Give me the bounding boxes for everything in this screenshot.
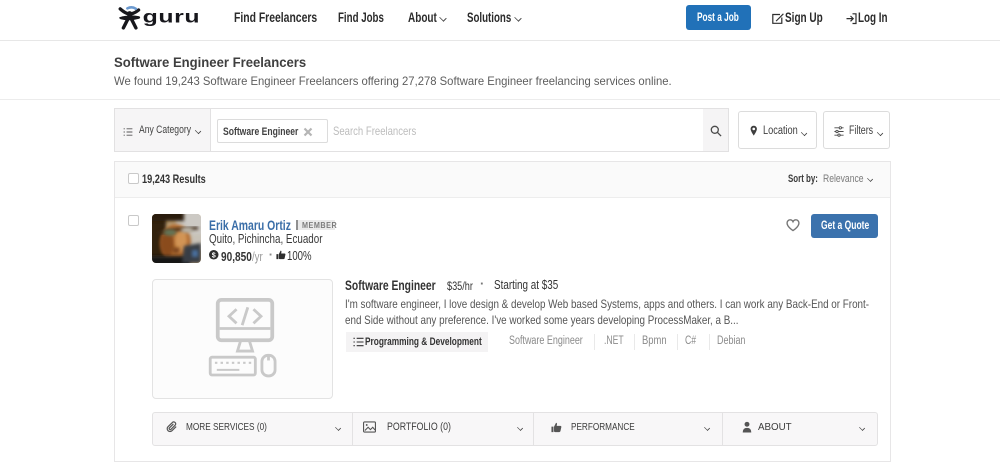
svg-text:guru: guru [143, 7, 200, 27]
svg-text:$: $ [212, 251, 216, 259]
